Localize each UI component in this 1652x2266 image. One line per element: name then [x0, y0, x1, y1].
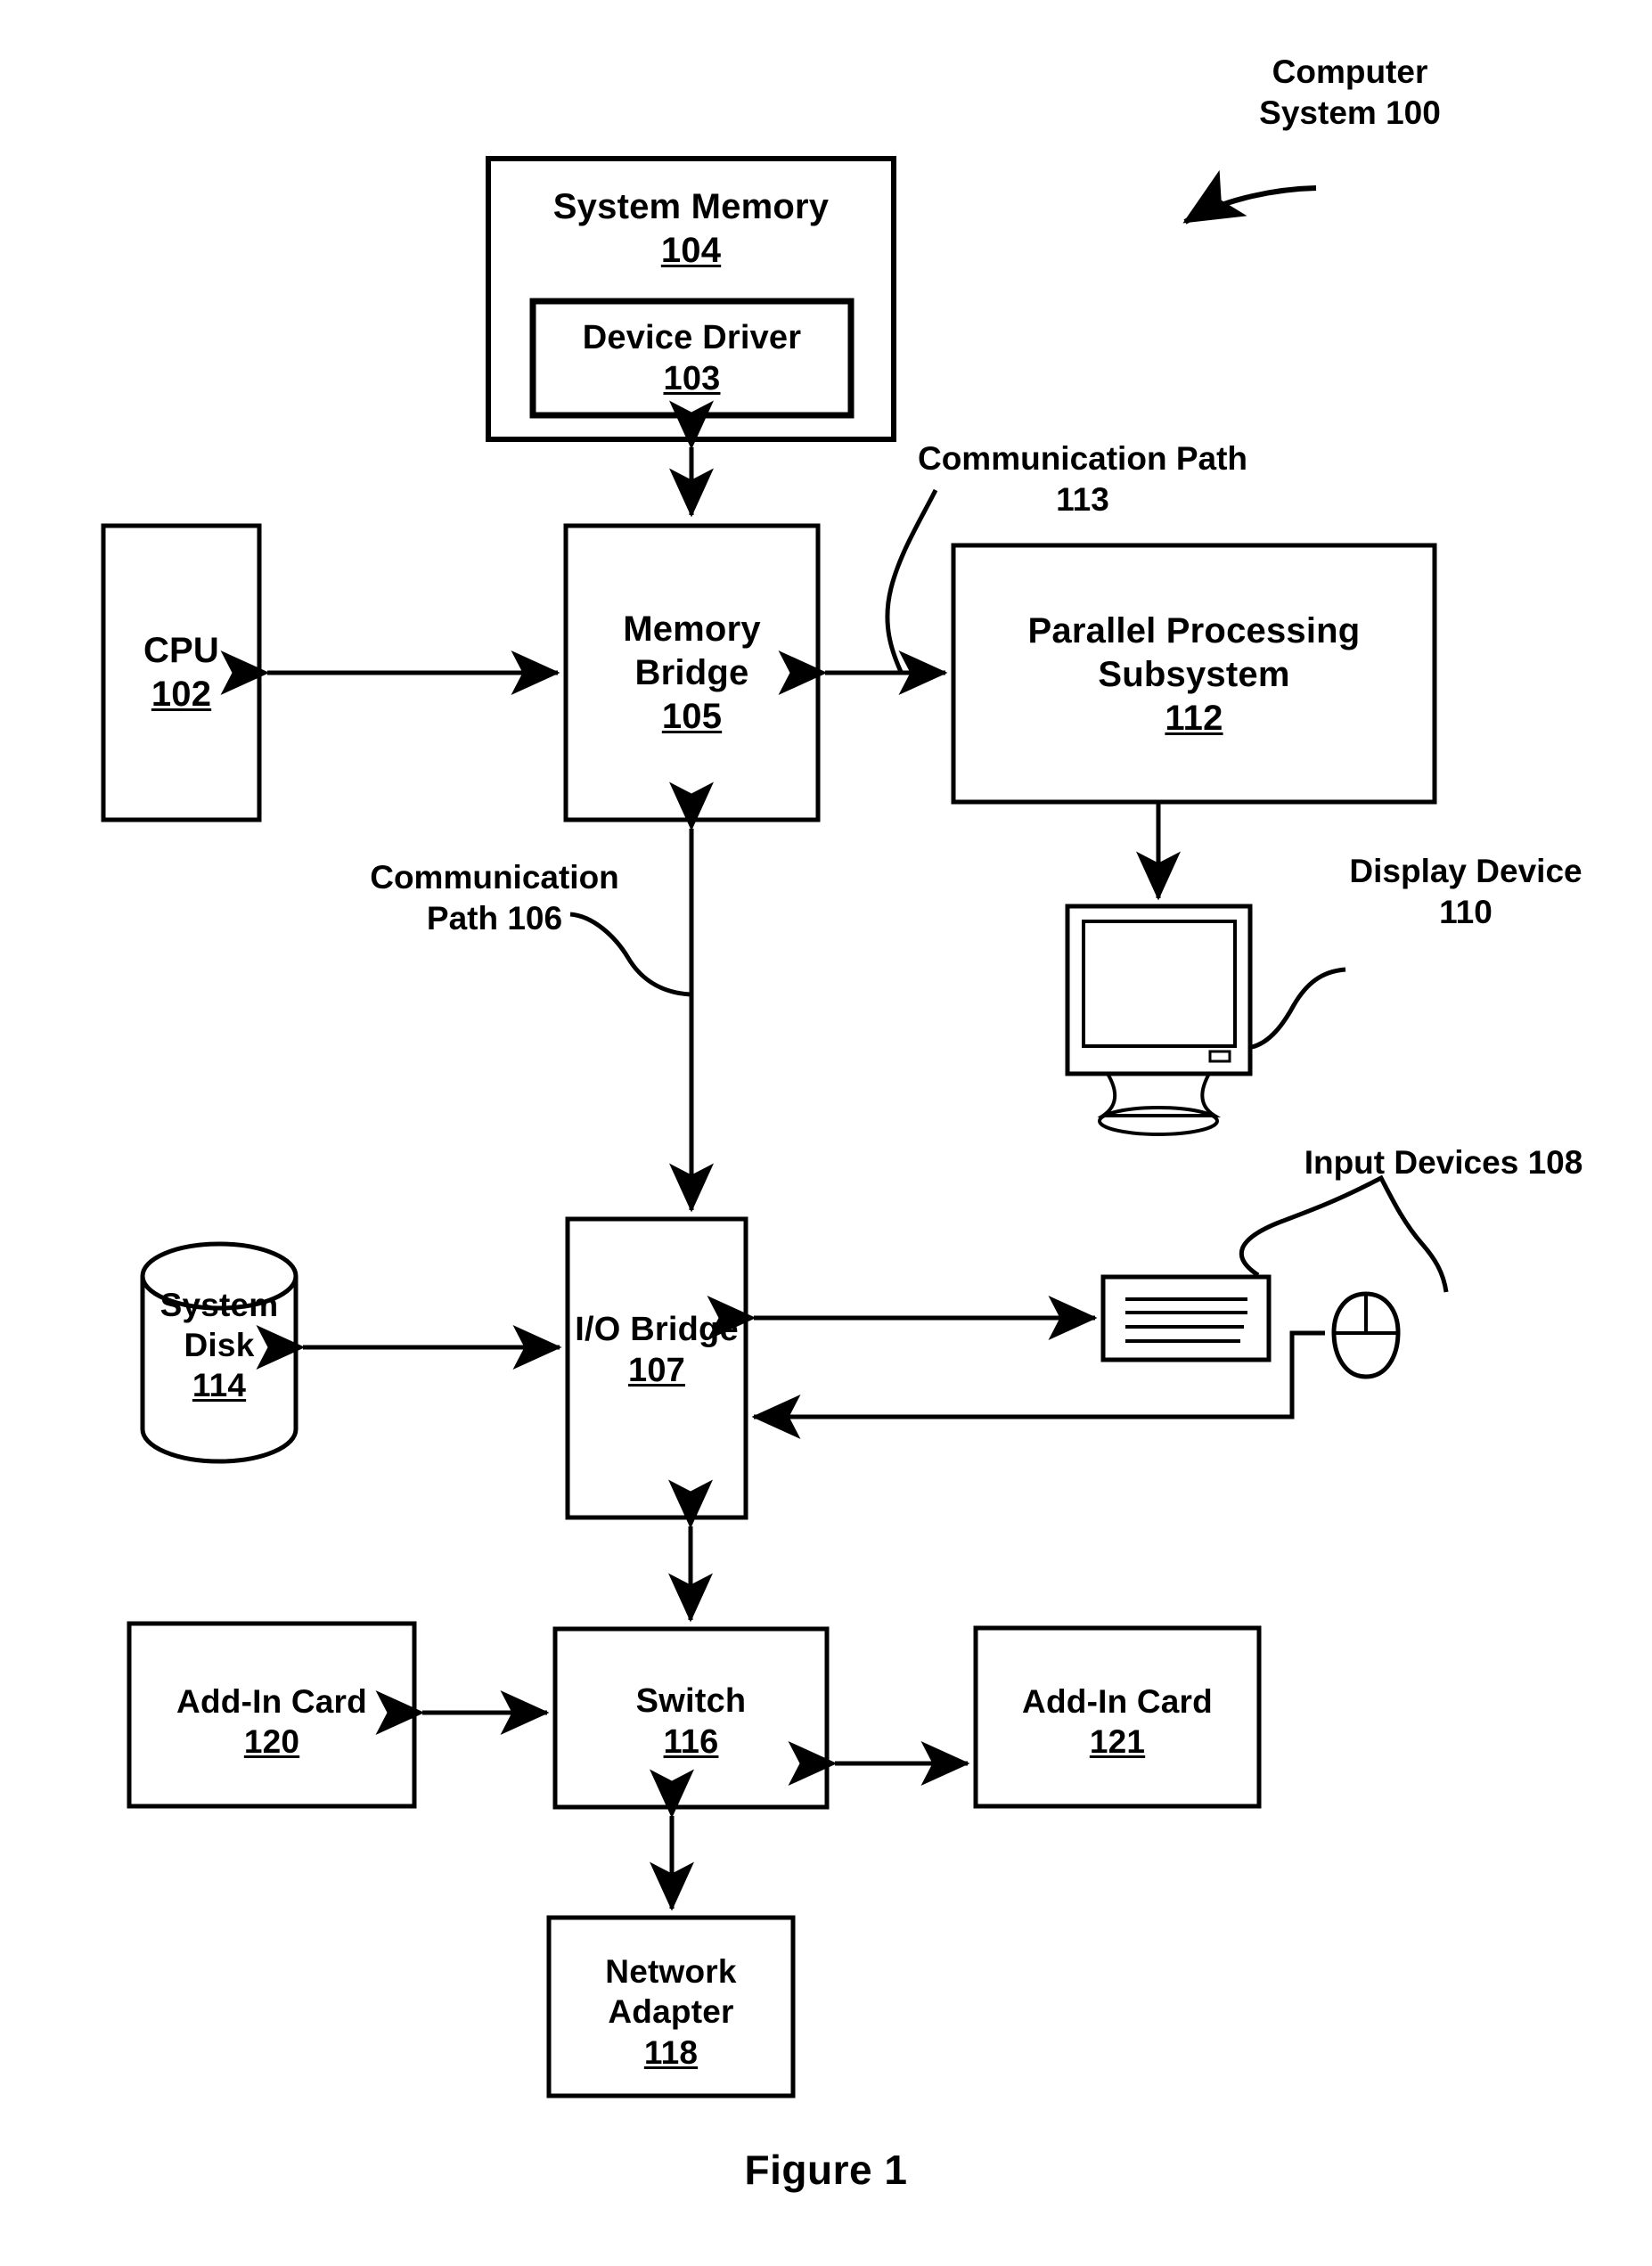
- comm-path-106-line1: Communication: [370, 859, 619, 896]
- add-in-card-120-number: 120: [243, 1723, 300, 1760]
- system-disk-number: 114: [192, 1367, 247, 1404]
- display-device-number: 110: [1439, 893, 1493, 930]
- io-bridge-title: I/O Bridge: [575, 1310, 739, 1348]
- io-bridge-label: I/O Bridge 107: [550, 1292, 764, 1408]
- comm-path-113-line1: Communication Path: [917, 440, 1248, 477]
- device-driver-label: Device Driver 103: [533, 306, 851, 411]
- computer-system-line2: System: [1259, 94, 1377, 131]
- parallel-processing-subsystem-label: Parallel Processing Subsystem 112: [953, 597, 1435, 753]
- computer-system-number: 100: [1386, 94, 1441, 131]
- input-devices-number: 108: [1527, 1144, 1583, 1181]
- comm-path-106-line2: Path: [426, 899, 499, 937]
- system-memory-title: System Memory: [552, 187, 830, 227]
- add-in-card-121-number: 121: [1089, 1723, 1146, 1760]
- add-in-card-120-label: Add-In Card 120: [129, 1668, 414, 1775]
- display-device-line2: Device: [1476, 853, 1582, 889]
- pps-line2: Subsystem: [1098, 655, 1290, 695]
- cpu-label: CPU 102: [103, 615, 259, 731]
- system-disk-line2: Disk: [184, 1326, 255, 1363]
- memory-bridge-number: 105: [661, 696, 723, 736]
- figure-caption: Figure 1: [744, 2147, 908, 2193]
- network-adapter-line2: Adapter: [608, 1993, 734, 2031]
- pps-line1: Parallel Processing: [1027, 611, 1361, 651]
- system-disk-label: System Disk 114: [143, 1267, 296, 1423]
- input-devices-annotation: Input Devices 108: [1292, 1142, 1595, 1183]
- keyboard-icon: [1100, 1274, 1272, 1362]
- comm-path-106-number: 106: [507, 899, 563, 937]
- display-device-annotation: Display Device 110: [1337, 851, 1595, 933]
- cpu-number: 102: [151, 675, 212, 714]
- input-devices-line1: Input Devices: [1304, 1144, 1519, 1181]
- add-in-card-121-title: Add-In Card: [1022, 1682, 1213, 1720]
- comm-path-106-annotation: Communication Path 106: [339, 857, 650, 939]
- comm-path-113-number: 113: [1056, 480, 1109, 518]
- pps-number: 112: [1165, 698, 1223, 738]
- cpu-title: CPU: [143, 631, 220, 671]
- memory-bridge-line2: Bridge: [634, 653, 749, 693]
- input-devices-leader: [1239, 1174, 1449, 1293]
- network-adapter-number: 118: [643, 2033, 699, 2071]
- system-disk-line1: System: [159, 1286, 279, 1323]
- display-monitor-icon: [1065, 904, 1253, 1136]
- computer-system-annotation: Computer System 100: [1216, 52, 1484, 134]
- add-in-card-121-label: Add-In Card 121: [976, 1668, 1259, 1775]
- switch-title: Switch: [635, 1681, 747, 1720]
- device-driver-title: Device Driver: [582, 318, 802, 356]
- device-driver-number: 103: [663, 360, 721, 397]
- figure-page: Computer System 100 System Memory 104 De…: [0, 0, 1652, 2266]
- computer-system-leader-arrow: [1182, 169, 1317, 225]
- mouse-icon: [1331, 1291, 1401, 1379]
- io-bridge-number: 107: [627, 1352, 685, 1389]
- memory-bridge-label: Memory Bridge 105: [566, 595, 818, 751]
- comm-path-113-annotation: Communication Path 113: [891, 438, 1274, 520]
- system-memory-label: System Memory 104: [488, 171, 894, 287]
- network-adapter-label: Network Adapter 118: [549, 1941, 793, 2083]
- display-device-line1: Display: [1349, 853, 1468, 889]
- add-in-card-120-title: Add-In Card: [176, 1682, 367, 1720]
- switch-label: Switch 116: [555, 1668, 827, 1775]
- memory-bridge-line1: Memory: [623, 609, 761, 650]
- switch-number: 116: [663, 1723, 719, 1761]
- system-memory-number: 104: [660, 231, 722, 270]
- display-device-leader: [1251, 967, 1346, 1050]
- computer-system-line1: Computer: [1272, 53, 1428, 90]
- network-adapter-line1: Network: [605, 1953, 737, 1991]
- connector-mouse-to-io: [751, 1330, 1325, 1439]
